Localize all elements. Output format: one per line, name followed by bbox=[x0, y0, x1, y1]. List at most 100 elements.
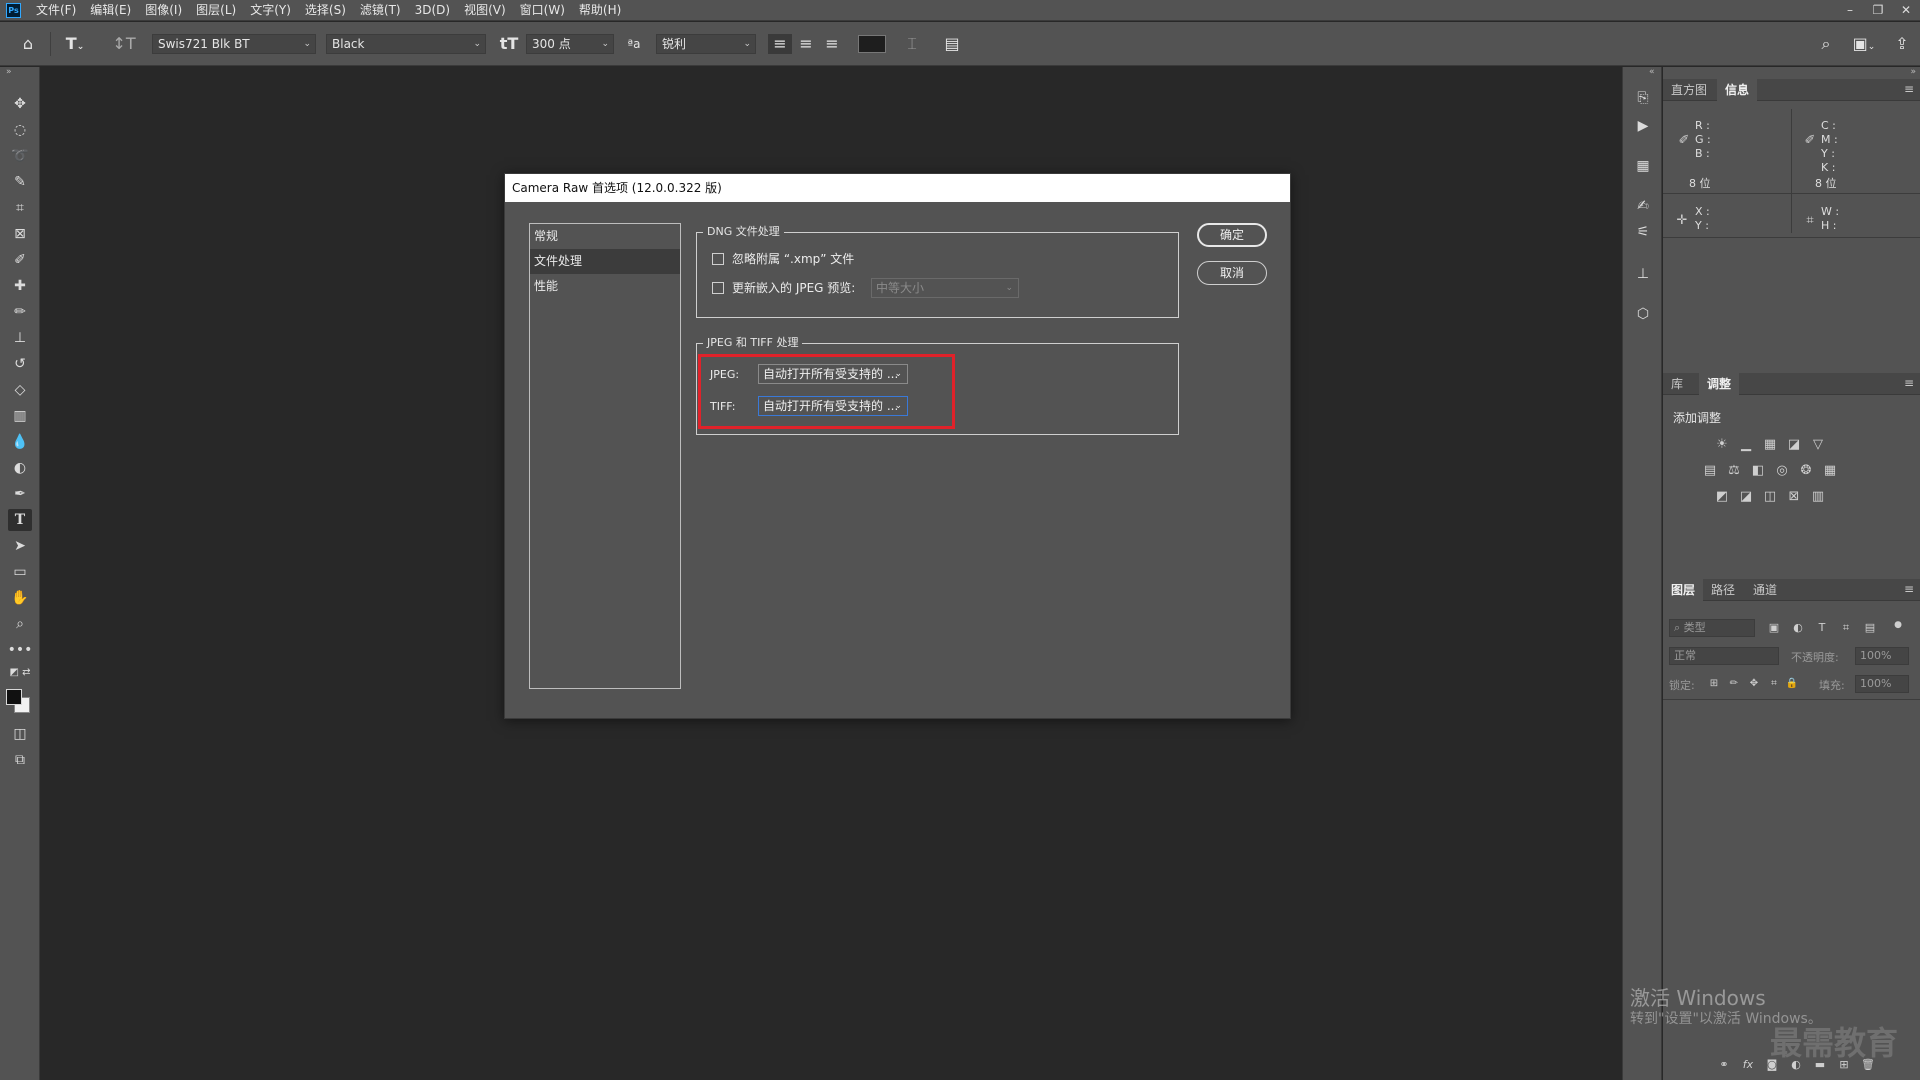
tab-libraries[interactable]: 库 bbox=[1663, 373, 1691, 395]
tab-histogram[interactable]: 直方图 bbox=[1663, 79, 1715, 101]
rectangle-tool-icon[interactable]: ▭ bbox=[8, 561, 32, 583]
healing-brush-tool-icon[interactable]: ✚ bbox=[8, 275, 32, 297]
update-jpeg-preview-checkbox[interactable] bbox=[712, 282, 724, 294]
search-icon[interactable]: ⌕ bbox=[1814, 34, 1838, 54]
tab-paths[interactable]: 路径 bbox=[1703, 579, 1743, 601]
quick-mask-icon[interactable]: ◫ bbox=[8, 723, 32, 745]
collapse-icon[interactable]: « bbox=[1649, 67, 1655, 77]
foreground-color-swatch[interactable] bbox=[6, 689, 22, 705]
marquee-tool-icon[interactable]: ◌ bbox=[8, 119, 32, 141]
anti-alias-select[interactable]: 锐利 ⌄ bbox=[656, 34, 756, 54]
gradient-map-icon[interactable]: ▥ bbox=[1809, 489, 1827, 505]
vibrance-icon[interactable]: ▽ bbox=[1809, 437, 1827, 453]
color-balance-icon[interactable]: ⚖ bbox=[1725, 463, 1743, 479]
exposure-icon[interactable]: ◪ bbox=[1785, 437, 1803, 453]
levels-icon[interactable]: ▁ bbox=[1737, 437, 1755, 453]
crop-tool-icon[interactable]: ⌗ bbox=[8, 197, 32, 219]
layer-filter-select[interactable]: ⌕ 类型 bbox=[1669, 619, 1755, 637]
text-orientation-icon[interactable]: ↕T bbox=[112, 34, 136, 54]
hand-tool-icon[interactable]: ✋ bbox=[8, 587, 32, 609]
pen-tool-icon[interactable]: ✒ bbox=[8, 483, 32, 505]
blur-tool-icon[interactable]: 💧 bbox=[8, 431, 32, 453]
panel-menu-icon[interactable]: ≡ bbox=[1904, 376, 1914, 390]
menu-select[interactable]: 选择(S) bbox=[298, 0, 353, 21]
link-layers-icon[interactable]: ⚭ bbox=[1715, 1057, 1733, 1073]
lock-all-icon[interactable]: 🔒 bbox=[1783, 676, 1801, 692]
ok-button[interactable]: 确定 bbox=[1197, 223, 1267, 247]
cancel-button[interactable]: 取消 bbox=[1197, 261, 1267, 285]
filter-pixel-icon[interactable]: ▣ bbox=[1765, 620, 1783, 636]
layer-style-icon[interactable]: fx bbox=[1739, 1057, 1757, 1073]
home-icon[interactable]: ⌂ bbox=[16, 34, 40, 54]
filter-toggle-icon[interactable]: ● bbox=[1889, 617, 1907, 633]
properties-panel-icon[interactable]: ▦ bbox=[1631, 155, 1655, 177]
black-white-icon[interactable]: ◧ bbox=[1749, 463, 1767, 479]
align-right-icon[interactable]: ≡ bbox=[820, 34, 844, 54]
menu-filter[interactable]: 滤镜(T) bbox=[353, 0, 408, 21]
curves-icon[interactable]: ▦ bbox=[1761, 437, 1779, 453]
font-family-select[interactable]: Swis721 Blk BT ⌄ bbox=[152, 34, 316, 54]
posterize-icon[interactable]: ◪ bbox=[1737, 489, 1755, 505]
lock-transparent-icon[interactable]: ⊞ bbox=[1705, 676, 1723, 692]
history-panel-icon[interactable]: ⎘ bbox=[1631, 87, 1655, 109]
panel-menu-icon[interactable]: ≡ bbox=[1904, 82, 1914, 96]
hue-saturation-icon[interactable]: ▤ bbox=[1701, 463, 1719, 479]
menu-type[interactable]: 文字(Y) bbox=[243, 0, 298, 21]
menu-file[interactable]: 文件(F) bbox=[29, 0, 83, 21]
swap-colors-icon[interactable]: ◩ ⇄ bbox=[8, 665, 32, 679]
screen-mode-icon[interactable]: ⧉ bbox=[8, 749, 32, 771]
color-lookup-icon[interactable]: ▦ bbox=[1821, 463, 1839, 479]
filter-shape-icon[interactable]: ⌗ bbox=[1837, 620, 1855, 636]
category-general[interactable]: 常规 bbox=[530, 224, 680, 249]
clone-source-icon[interactable]: ⊥ bbox=[1631, 263, 1655, 285]
menu-3d[interactable]: 3D(D) bbox=[408, 0, 457, 21]
lock-position-icon[interactable]: ✥ bbox=[1745, 676, 1763, 692]
channel-mixer-icon[interactable]: ❂ bbox=[1797, 463, 1815, 479]
menu-image[interactable]: 图像(I) bbox=[138, 0, 189, 21]
expand-icon[interactable]: » bbox=[1910, 67, 1916, 77]
filter-type-icon[interactable]: T bbox=[1813, 620, 1831, 636]
category-file-handling[interactable]: 文件处理 bbox=[530, 249, 680, 274]
history-brush-tool-icon[interactable]: ↺ bbox=[8, 353, 32, 375]
ignore-xmp-checkbox[interactable] bbox=[712, 253, 724, 265]
fill-input[interactable]: 100% bbox=[1855, 675, 1909, 693]
menu-edit[interactable]: 编辑(E) bbox=[83, 0, 138, 21]
warp-text-icon[interactable]: ⌶ bbox=[900, 34, 924, 54]
selective-color-icon[interactable]: ⊠ bbox=[1785, 489, 1803, 505]
photo-filter-icon[interactable]: ◎ bbox=[1773, 463, 1791, 479]
tab-channels[interactable]: 通道 bbox=[1745, 579, 1785, 601]
threshold-icon[interactable]: ◫ bbox=[1761, 489, 1779, 505]
share-icon[interactable]: ⇪ bbox=[1890, 34, 1914, 54]
adjustments-panel-icon[interactable]: ⚟ bbox=[1631, 221, 1655, 243]
menu-layer[interactable]: 图层(L) bbox=[189, 0, 243, 21]
filter-adjustment-icon[interactable]: ◐ bbox=[1789, 620, 1807, 636]
align-center-icon[interactable]: ≡ bbox=[794, 34, 818, 54]
filter-smart-object-icon[interactable]: ▤ bbox=[1861, 620, 1879, 636]
opacity-input[interactable]: 100% bbox=[1855, 647, 1909, 665]
zoom-tool-icon[interactable]: ⌕ bbox=[8, 613, 32, 635]
dodge-tool-icon[interactable]: ◐ bbox=[8, 457, 32, 479]
close-icon[interactable]: ✕ bbox=[1892, 0, 1920, 21]
eraser-tool-icon[interactable]: ◇ bbox=[8, 379, 32, 401]
eyedropper-tool-icon[interactable]: ✐ bbox=[8, 249, 32, 271]
preview-size-select[interactable]: 中等大小 ⌄ bbox=[871, 278, 1019, 298]
menu-window[interactable]: 窗口(W) bbox=[513, 0, 572, 21]
restore-icon[interactable]: ❐ bbox=[1864, 0, 1892, 21]
blend-mode-select[interactable]: 正常 bbox=[1669, 647, 1779, 665]
brightness-icon[interactable]: ☀ bbox=[1713, 437, 1731, 453]
minimize-icon[interactable]: – bbox=[1836, 0, 1864, 21]
3d-panel-icon[interactable]: ⬡ bbox=[1631, 303, 1655, 325]
brush-tool-icon[interactable]: ✏ bbox=[8, 301, 32, 323]
invert-icon[interactable]: ◩ bbox=[1713, 489, 1731, 505]
tab-adjustments[interactable]: 调整 bbox=[1699, 373, 1740, 395]
character-panel-icon[interactable]: ▤ bbox=[940, 34, 964, 54]
quick-select-tool-icon[interactable]: ✎ bbox=[8, 171, 32, 193]
path-selection-tool-icon[interactable]: ➤ bbox=[8, 535, 32, 557]
lock-image-icon[interactable]: ✏ bbox=[1725, 676, 1743, 692]
more-tools-icon[interactable]: ••• bbox=[8, 639, 33, 661]
move-tool-icon[interactable]: ✥ bbox=[8, 93, 32, 115]
tab-layers[interactable]: 图层 bbox=[1663, 579, 1704, 601]
frame-tool-icon[interactable]: ⊠ bbox=[8, 223, 32, 245]
actions-panel-icon[interactable]: ▶ bbox=[1631, 115, 1655, 137]
gradient-tool-icon[interactable]: ▥ bbox=[8, 405, 32, 427]
